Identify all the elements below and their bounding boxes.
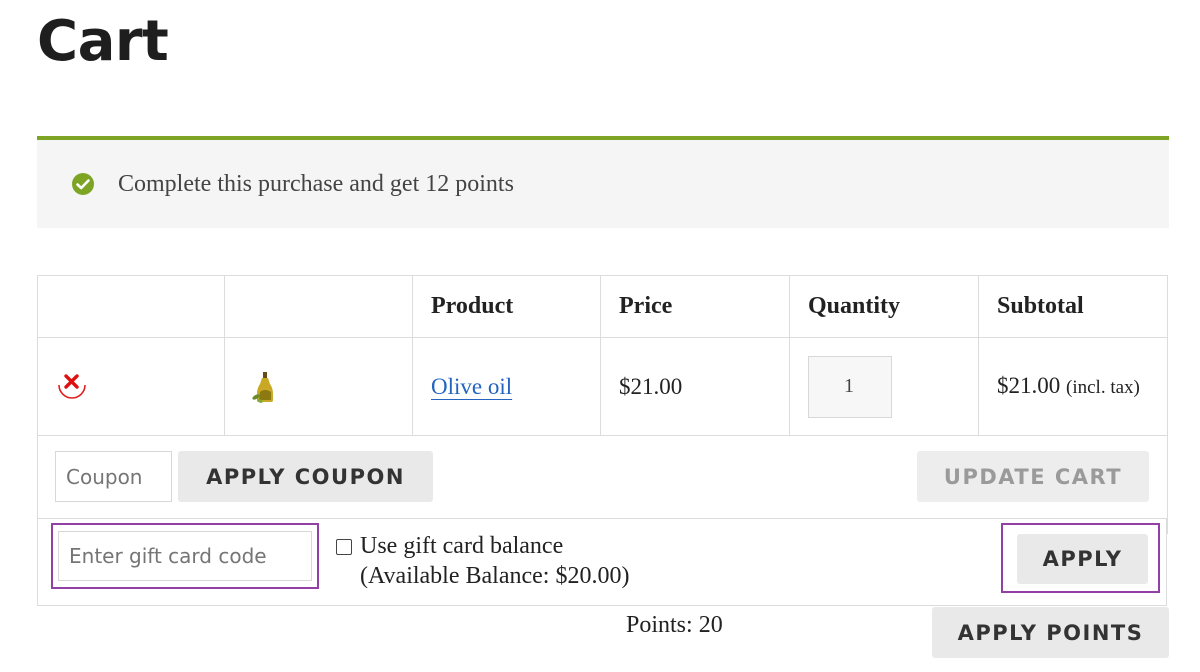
- olive-oil-bottle-icon[interactable]: [251, 370, 279, 404]
- available-balance-text: (Available Balance: $20.00): [360, 563, 630, 589]
- subtotal-cell: $21.00 (incl. tax): [978, 337, 1168, 436]
- product-link[interactable]: Olive oil: [431, 374, 512, 399]
- thumbnail-cell: [224, 337, 413, 436]
- header-product: Product: [412, 275, 601, 338]
- apply-coupon-button[interactable]: APPLY COUPON: [178, 451, 433, 502]
- points-notice: Complete this purchase and get 12 points: [37, 136, 1169, 228]
- points-balance: Points: 20: [626, 612, 723, 638]
- header-thumbnail: [224, 275, 413, 338]
- use-gift-balance-checkbox[interactable]: [336, 539, 352, 555]
- tax-note: (incl. tax): [1066, 376, 1140, 398]
- product-cell: Olive oil: [412, 337, 601, 436]
- cart-table: Product Price Quantity Subtotal Olive oi…: [37, 275, 1168, 534]
- header-subtotal: Subtotal: [978, 275, 1168, 338]
- remove-x-icon[interactable]: [54, 369, 90, 399]
- header-remove: [37, 275, 225, 338]
- table-row: Olive oil $21.00 $21.00 (incl. tax): [37, 337, 1168, 436]
- apply-points-button[interactable]: APPLY POINTS: [932, 607, 1169, 658]
- header-quantity: Quantity: [789, 275, 979, 338]
- cart-header-row: Product Price Quantity Subtotal: [37, 275, 1168, 338]
- quantity-cell: [789, 337, 979, 436]
- remove-cell: [37, 337, 225, 436]
- apply-button-highlight: APPLY: [1001, 523, 1160, 593]
- quantity-input[interactable]: [808, 355, 892, 418]
- page-title: Cart: [37, 9, 169, 74]
- gift-card-section: Use gift card balance (Available Balance…: [37, 518, 1167, 606]
- gift-balance-label: Use gift card balance (Available Balance…: [360, 531, 629, 591]
- header-price: Price: [600, 275, 790, 338]
- apply-gift-card-button[interactable]: APPLY: [1017, 534, 1148, 584]
- gift-card-code-input[interactable]: [58, 531, 312, 581]
- coupon-input[interactable]: [55, 451, 172, 502]
- notice-text: Complete this purchase and get 12 points: [118, 170, 514, 197]
- subtotal-amount: $21.00: [997, 372, 1061, 398]
- update-cart-button[interactable]: UPDATE CART: [917, 451, 1149, 502]
- use-gift-balance-text: Use gift card balance: [360, 533, 564, 559]
- check-circle-icon: [71, 172, 95, 196]
- gift-card-input-highlight: [51, 523, 319, 589]
- price-cell: $21.00: [600, 337, 790, 436]
